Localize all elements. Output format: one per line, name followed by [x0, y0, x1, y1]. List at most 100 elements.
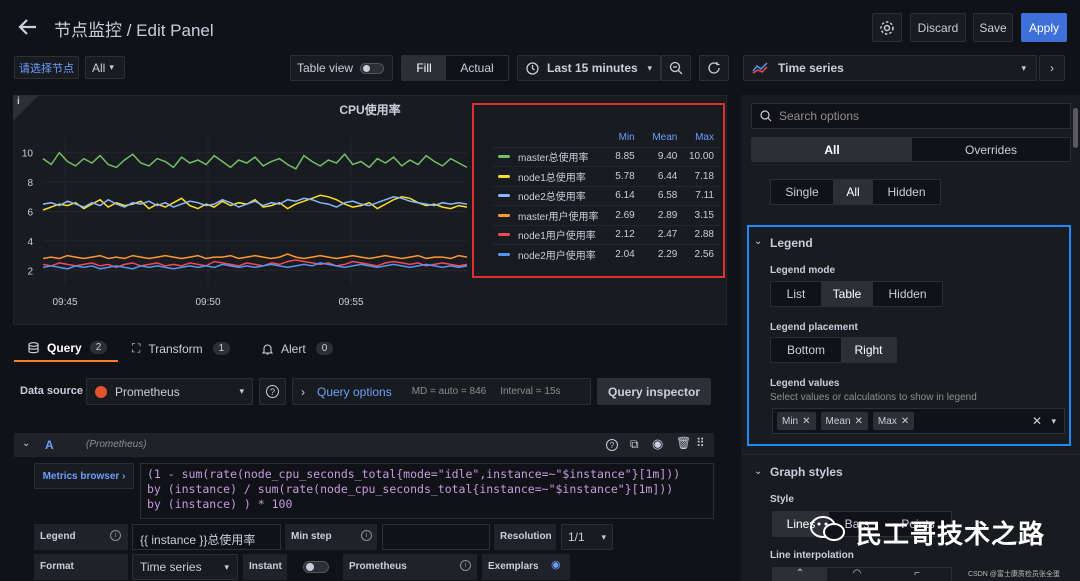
legend-series[interactable]: node2总使用率: [492, 186, 611, 206]
metrics-browser-button[interactable]: Metrics browser ›: [34, 463, 134, 489]
eye-icon[interactable]: ◉: [551, 558, 561, 571]
legend-series-name: node2用户使用率: [518, 251, 596, 262]
tab-alert[interactable]: Alert 0: [262, 335, 334, 362]
series-line[interactable]: [42, 151, 468, 170]
legend-value-mean: 2.29: [657, 249, 678, 260]
instant-toggle[interactable]: [303, 561, 329, 573]
trash-icon[interactable]: 🗑: [676, 436, 691, 450]
refresh-button[interactable]: [699, 55, 729, 81]
format-select[interactable]: Time series ▾: [132, 554, 238, 580]
legend-section-title[interactable]: Legend: [770, 236, 813, 250]
clear-icon[interactable]: ✕: [1032, 414, 1042, 428]
datasource-picker[interactable]: Prometheus ▾: [86, 378, 253, 405]
interp-step-icon[interactable]: ⌐: [887, 568, 947, 581]
duplicate-icon[interactable]: ⧉: [630, 437, 639, 452]
apply-button[interactable]: Apply: [1021, 13, 1067, 42]
discard-button[interactable]: Discard: [910, 13, 966, 42]
legend-row[interactable]: node1用户使用率 2.12 2.47 2.88: [492, 225, 720, 245]
time-range-picker[interactable]: Last 15 minutes ▾: [517, 55, 661, 81]
options-scrollbar[interactable]: [1073, 108, 1078, 148]
datasource-help-button[interactable]: ?: [259, 378, 286, 405]
series-line[interactable]: [42, 194, 468, 211]
visualization-picker[interactable]: Time series ▾: [743, 55, 1037, 81]
interp-smooth-icon[interactable]: ◠: [827, 568, 887, 581]
placement-right[interactable]: Right: [841, 338, 896, 362]
toggle-switch[interactable]: [360, 63, 384, 74]
legend-series[interactable]: node1总使用率: [492, 167, 611, 187]
query-options-toggle[interactable]: › Query options MD = auto = 846 Interval…: [292, 378, 591, 405]
chevron-down-icon[interactable]: ⌄: [754, 236, 762, 247]
remove-icon[interactable]: ✕: [802, 416, 810, 427]
legend-mode-toggle[interactable]: List Table Hidden: [770, 281, 943, 307]
drag-handle-icon[interactable]: ⠿: [696, 436, 705, 450]
y-tick-label: 2: [27, 266, 33, 277]
all-option[interactable]: All: [833, 180, 873, 204]
legend-placement-toggle[interactable]: Bottom Right: [770, 337, 897, 363]
chevron-down-icon[interactable]: ⌄: [754, 466, 762, 477]
cpu-chart[interactable]: 2 4 6 8 10 09:45 09:50 09:55: [13, 130, 473, 315]
query-inspector-button[interactable]: Query inspector: [597, 378, 711, 405]
search-options-input[interactable]: Search options: [751, 103, 1071, 129]
legend-row[interactable]: master总使用率 8.85 9.40 10.00: [492, 147, 720, 167]
mode-table[interactable]: Table: [821, 282, 873, 306]
save-button[interactable]: Save: [973, 13, 1013, 42]
legend-input[interactable]: {{ instance }}总使用率: [132, 524, 281, 550]
placement-bottom[interactable]: Bottom: [771, 338, 841, 362]
legend-header-mean[interactable]: Mean: [635, 128, 677, 147]
y-tick-label: 10: [22, 149, 34, 160]
tab-all[interactable]: All: [752, 138, 912, 161]
collapse-options-button[interactable]: ›: [1039, 55, 1065, 81]
legend-series-name: master用户使用率: [518, 211, 599, 223]
remove-icon[interactable]: ✕: [901, 416, 909, 427]
tab-query[interactable]: Query 2: [14, 335, 118, 362]
option-visibility-toggle[interactable]: Single All Hidden: [770, 179, 941, 205]
table-view-toggle[interactable]: Table view: [290, 55, 393, 81]
resolution-select[interactable]: 1/1 ▾: [561, 524, 613, 550]
fill-option[interactable]: Fill: [402, 56, 446, 80]
legend-row[interactable]: master用户使用率 2.69 2.89 3.15: [492, 205, 720, 226]
datasource-label: Data source: [20, 385, 83, 397]
query-help-icon[interactable]: ?: [606, 439, 618, 451]
legend-values-label: Legend values: [770, 378, 840, 389]
legend-series[interactable]: master总使用率: [492, 147, 611, 167]
query-editor[interactable]: (1 - sum(rate(node_cpu_seconds_total{mod…: [140, 463, 714, 519]
graph-styles-title[interactable]: Graph styles: [770, 465, 843, 479]
legend-series[interactable]: master用户使用率: [492, 206, 611, 226]
legend-row[interactable]: node2用户使用率 2.04 2.29 2.56: [492, 244, 720, 265]
legend-row[interactable]: node2总使用率 6.14 6.58 7.11: [492, 186, 720, 206]
legend-header-min[interactable]: Min: [611, 128, 635, 147]
min-step-input[interactable]: [382, 524, 490, 550]
back-arrow-icon[interactable]: [16, 15, 40, 39]
legend-series[interactable]: node2用户使用率: [492, 245, 611, 265]
node-select-dropdown[interactable]: All ▾: [85, 56, 125, 79]
chip-mean[interactable]: Mean ✕: [820, 412, 868, 430]
tab-overrides[interactable]: Overrides: [912, 138, 1070, 161]
interp-linear-icon[interactable]: ⌃: [773, 568, 827, 581]
series-line[interactable]: [42, 253, 468, 260]
mode-list[interactable]: List: [771, 282, 821, 306]
zoom-out-button[interactable]: [661, 55, 691, 81]
chip-max[interactable]: Max ✕: [872, 412, 915, 430]
legend-header-max[interactable]: Max: [677, 128, 720, 147]
chevron-down-icon[interactable]: ⌄: [22, 438, 30, 449]
query-row-letter[interactable]: A: [45, 438, 54, 452]
settings-button[interactable]: [872, 13, 902, 42]
actual-option[interactable]: Actual: [446, 56, 508, 80]
legend-row[interactable]: node1总使用率 5.78 6.44 7.18: [492, 166, 720, 187]
mode-hidden[interactable]: Hidden: [873, 282, 942, 306]
fill-actual-toggle[interactable]: Fill Actual: [401, 55, 509, 81]
legend-value-max: 2.88: [694, 229, 714, 241]
all-overrides-tabs[interactable]: All Overrides: [751, 137, 1071, 162]
single-option[interactable]: Single: [771, 180, 833, 204]
legend-series[interactable]: node1用户使用率: [492, 225, 611, 245]
legend-values-multiselect[interactable]: Min ✕ Mean ✕ Max ✕ ✕ ▾: [772, 408, 1065, 434]
database-icon: [28, 341, 39, 353]
instant-label: Instant: [243, 554, 287, 580]
line-interpolation-toggle[interactable]: ⌃ ◠ ⌐: [772, 567, 952, 581]
hidden-option[interactable]: Hidden: [873, 180, 940, 204]
tab-transform[interactable]: ⛶ Transform 1: [132, 335, 231, 362]
eye-icon[interactable]: ◉: [652, 436, 663, 452]
chip-min[interactable]: Min ✕: [777, 412, 816, 430]
y-tick-label: 8: [27, 178, 33, 189]
remove-icon[interactable]: ✕: [855, 416, 863, 427]
